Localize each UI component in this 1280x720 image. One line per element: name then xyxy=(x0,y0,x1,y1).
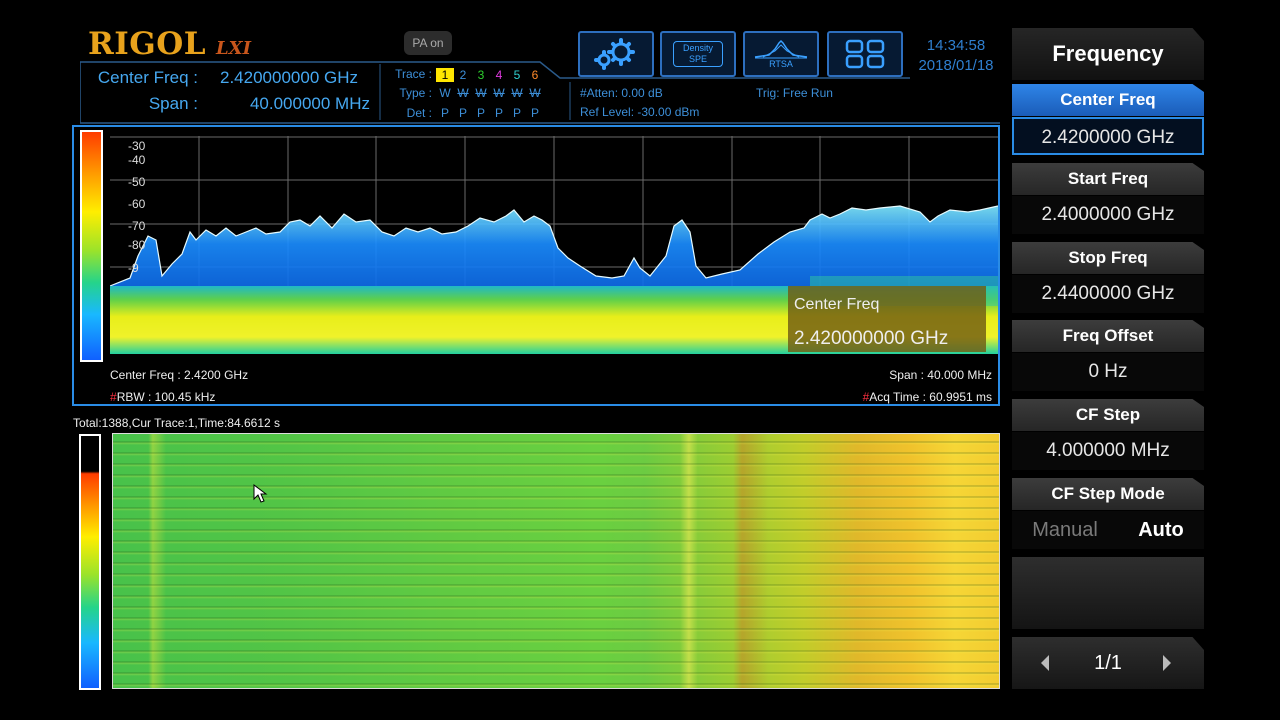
y-tick: -60 xyxy=(128,197,146,211)
menu-cf-step-label: CF Step xyxy=(1012,399,1204,431)
type-5: W xyxy=(511,86,523,100)
det-2: P xyxy=(458,106,467,120)
menu-start-freq[interactable]: Start Freq 2.4000000 GHz xyxy=(1012,163,1204,237)
menu-freq-offset-value[interactable]: 0 Hz xyxy=(1012,353,1204,391)
spe-label: SPE xyxy=(688,54,707,64)
mouse-cursor-icon xyxy=(253,484,268,503)
type-6: W xyxy=(529,86,541,100)
mode-manual-option[interactable]: Manual xyxy=(1032,511,1098,549)
rtsa-label: RTSA xyxy=(769,59,793,69)
menu-center-freq-label: Center Freq xyxy=(1012,84,1204,116)
type-1: W xyxy=(439,86,451,100)
rbw-hash: # xyxy=(110,390,117,404)
density-spe-button[interactable]: Density SPE xyxy=(660,31,736,77)
det-label: Det : xyxy=(406,106,432,120)
ref-level-readout: Ref Level: -30.00 dBm xyxy=(580,105,700,119)
det-5: P xyxy=(512,106,521,120)
cf-step-mode-toggle[interactable]: Manual Auto xyxy=(1012,511,1204,549)
tooltip-title: Center Freq xyxy=(794,296,880,313)
pa-status-badge[interactable]: PA on xyxy=(404,31,452,55)
type-row: WWWWWW xyxy=(436,86,544,100)
menu-start-freq-label: Start Freq xyxy=(1012,163,1204,195)
footer-rbw: #RBW : 100.45 kHz xyxy=(110,390,215,404)
menu-cf-step-value[interactable]: 4.000000 MHz xyxy=(1012,432,1204,470)
grid-layout-icon xyxy=(845,39,885,69)
center-freq-value[interactable]: 2.420000000 GHz xyxy=(220,68,358,88)
spectrum-color-scale xyxy=(80,130,103,362)
trace-2[interactable]: 2 xyxy=(454,68,472,82)
footer-acq-time: #Acq Time : 60.9951 ms xyxy=(795,390,992,404)
type-3: W xyxy=(475,86,487,100)
waterfall-color-scale xyxy=(79,434,101,690)
y-tick: -30 xyxy=(128,139,146,153)
y-tick: -50 xyxy=(128,175,146,189)
rbw-value: RBW : 100.45 kHz xyxy=(116,390,216,404)
menu-cf-step-mode-label: CF Step Mode xyxy=(1012,478,1204,510)
rtsa-spectrum-icon xyxy=(754,39,808,59)
det-4: P xyxy=(494,106,503,120)
menu-stop-freq[interactable]: Stop Freq 2.4400000 GHz xyxy=(1012,242,1204,316)
span-value[interactable]: 40.000000 MHz xyxy=(220,94,370,114)
trace-1[interactable]: 1 xyxy=(436,68,454,82)
menu-pager: 1/1 xyxy=(1012,637,1204,689)
type-4: W xyxy=(493,86,505,100)
atten-readout: #Atten: 0.00 dB xyxy=(580,86,663,100)
menu-center-freq-value[interactable]: 2.4200000 GHz xyxy=(1012,117,1204,155)
center-freq-label: Center Freq : xyxy=(97,68,198,87)
density-spe-icon: Density SPE xyxy=(673,41,723,67)
trace-4[interactable]: 4 xyxy=(490,68,508,82)
footer-span: Span : 40.000 MHz xyxy=(889,368,992,382)
trigger-readout: Trig: Free Run xyxy=(756,86,833,100)
settings-button[interactable] xyxy=(578,31,654,77)
menu-title-box: Frequency xyxy=(1012,28,1204,80)
layout-button[interactable] xyxy=(827,31,903,77)
y-tick: -9 xyxy=(128,261,139,275)
clock-time: 14:34:58 xyxy=(926,37,986,54)
menu-empty-slot xyxy=(1012,557,1204,629)
type-2: W xyxy=(457,86,469,100)
center-freq-tooltip: Center Freq 2.420000000 GHz xyxy=(788,286,986,352)
rtsa-button[interactable]: RTSA xyxy=(743,31,819,77)
det-6: P xyxy=(530,106,539,120)
clock: 14:34:58 2018/01/18 xyxy=(908,36,1004,76)
trace-label: Trace : xyxy=(395,67,432,81)
menu-cf-step[interactable]: CF Step 4.000000 MHz xyxy=(1012,399,1204,473)
det-row: PPPPPP xyxy=(436,106,544,120)
det-1: P xyxy=(440,106,449,120)
menu-freq-offset-label: Freq Offset xyxy=(1012,320,1204,352)
trace-6[interactable]: 6 xyxy=(526,68,544,82)
page-indicator: 1/1 xyxy=(1094,652,1122,674)
footer-center-freq: Center Freq : 2.4200 GHz xyxy=(110,368,249,382)
next-page-icon[interactable] xyxy=(1160,653,1174,673)
det-3: P xyxy=(476,106,485,120)
density-label: Density xyxy=(682,43,713,53)
menu-center-freq[interactable]: Center Freq 2.4200000 GHz xyxy=(1012,84,1204,158)
span-label: Span : xyxy=(148,94,198,113)
waterfall-display[interactable] xyxy=(112,433,1000,689)
trace-3[interactable]: 3 xyxy=(472,68,490,82)
menu-start-freq-value[interactable]: 2.4000000 GHz xyxy=(1012,196,1204,234)
tooltip-value: 2.420000000 GHz xyxy=(794,328,949,349)
menu-stop-freq-label: Stop Freq xyxy=(1012,242,1204,274)
menu-title: Frequency xyxy=(1052,41,1164,66)
gear-icon xyxy=(594,38,635,70)
type-label: Type : xyxy=(399,86,432,100)
mode-auto-option[interactable]: Auto xyxy=(1138,511,1184,549)
waterfall-status: Total:1388,Cur Trace:1,Time:84.6612 s xyxy=(73,416,280,430)
y-tick: -40 xyxy=(128,153,146,167)
menu-cf-step-mode[interactable]: CF Step Mode Manual Auto xyxy=(1012,478,1204,552)
clock-date: 2018/01/18 xyxy=(918,57,994,74)
menu-stop-freq-value[interactable]: 2.4400000 GHz xyxy=(1012,275,1204,313)
menu-freq-offset[interactable]: Freq Offset 0 Hz xyxy=(1012,320,1204,394)
trace-number-row: 123456 xyxy=(436,66,544,84)
trace-5[interactable]: 5 xyxy=(508,68,526,82)
acq-value: Acq Time : 60.9951 ms xyxy=(869,390,992,404)
y-tick: -80 xyxy=(128,238,146,252)
waterfall-stripes xyxy=(113,434,999,688)
y-tick: -70 xyxy=(128,219,146,233)
